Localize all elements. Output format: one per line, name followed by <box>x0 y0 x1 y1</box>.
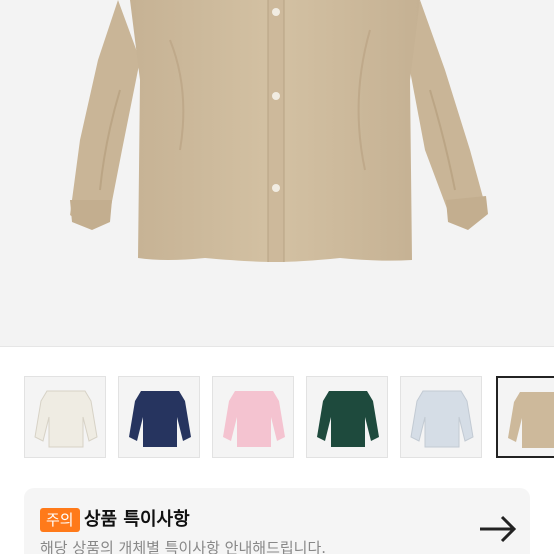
thumbnail-color-1[interactable] <box>24 376 106 458</box>
shirt-thumb-icon <box>508 392 554 448</box>
shirt-thumb-icon <box>34 390 98 448</box>
shirt-thumb-icon <box>129 391 191 447</box>
shirt-beige-image <box>70 0 488 262</box>
arrow-right-icon[interactable] <box>478 514 518 544</box>
thumbnail-color-5[interactable] <box>400 376 482 458</box>
thumbnail-color-3[interactable] <box>212 376 294 458</box>
notice-badge: 주의 <box>40 508 80 532</box>
image-divider <box>0 346 554 347</box>
notice-description: 해당 상품의 개체별 특이사항 안내해드립니다. <box>40 539 327 554</box>
color-thumbnails <box>0 376 554 460</box>
thumbnail-color-6-selected[interactable] <box>496 376 554 458</box>
notice-title: 상품 특이사항 <box>84 509 190 530</box>
shirt-thumb-icon <box>317 391 379 447</box>
thumbnail-color-2[interactable] <box>118 376 200 458</box>
shirt-thumb-icon <box>223 391 285 447</box>
thumbnail-color-4[interactable] <box>306 376 388 458</box>
product-notice-card[interactable]: 주의 상품 특이사항 해당 상품의 개체별 특이사항 안내해드립니다. <box>24 488 530 554</box>
product-main-image[interactable] <box>0 0 554 346</box>
shirt-thumb-icon <box>410 390 474 448</box>
